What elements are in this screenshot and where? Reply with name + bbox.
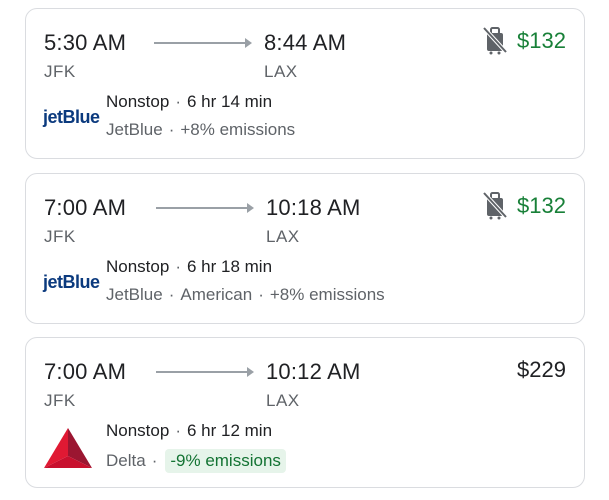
- arrival-time: 8:44 AM: [264, 30, 347, 55]
- no-bag-icon: [482, 191, 508, 220]
- price: $132: [517, 28, 566, 53]
- duration-label: 6 hr 14 min: [187, 92, 273, 111]
- stops-label: Nonstop: [106, 92, 170, 111]
- flight-results-list: 5:30 AM 8:44 AM JFK LAX jetBlue Nonstop ·…: [0, 0, 609, 500]
- departure-time: 7:00 AM: [44, 195, 127, 220]
- airline-name: JetBlue: [106, 285, 163, 304]
- no-bag-icon: [482, 26, 508, 55]
- flight-details: JetBlue · American · +8% emissions: [106, 285, 385, 304]
- airline-name: Delta: [106, 451, 146, 470]
- emissions-badge: -9% emissions: [165, 449, 286, 473]
- flight-summary: Nonstop · 6 hr 12 min: [106, 421, 273, 440]
- jetblue-logo: jetBlue: [43, 107, 100, 127]
- arrow-right-icon: [156, 203, 254, 213]
- emissions-label: +8% emissions: [180, 120, 296, 139]
- price: $229: [517, 357, 566, 382]
- destination-airport: LAX: [266, 227, 300, 246]
- flight-details: JetBlue · +8% emissions: [106, 120, 296, 139]
- departure-time: 5:30 AM: [44, 30, 127, 55]
- arrow-right-icon: [156, 367, 254, 377]
- airline-name: JetBlue: [106, 120, 163, 139]
- flight-details: Delta · -9% emissions: [106, 449, 286, 473]
- airline-name-2: American: [180, 285, 253, 304]
- stops-label: Nonstop: [106, 421, 170, 440]
- stops-label: Nonstop: [106, 257, 170, 276]
- origin-airport: JFK: [44, 227, 76, 246]
- duration-label: 6 hr 18 min: [187, 257, 273, 276]
- arrival-time: 10:18 AM: [266, 195, 361, 220]
- price: $132: [517, 193, 566, 218]
- arrival-time: 10:12 AM: [266, 359, 361, 384]
- origin-airport: JFK: [44, 391, 76, 410]
- duration-label: 6 hr 12 min: [187, 421, 273, 440]
- destination-airport: LAX: [266, 391, 300, 410]
- flight-summary: Nonstop · 6 hr 18 min: [106, 257, 273, 276]
- arrow-right-icon: [154, 38, 252, 48]
- flight-card[interactable]: 5:30 AM 8:44 AM JFK LAX jetBlue Nonstop ·…: [25, 8, 585, 159]
- departure-time: 7:00 AM: [44, 359, 127, 384]
- flight-card[interactable]: 7:00 AM 10:18 AM JFK LAX jetBlue Nonstop…: [25, 173, 585, 324]
- emissions-label: +8% emissions: [269, 285, 385, 304]
- delta-logo-icon: [44, 428, 92, 468]
- jetblue-logo: jetBlue: [43, 272, 100, 292]
- flight-summary: Nonstop · 6 hr 14 min: [106, 92, 273, 111]
- flight-card[interactable]: 7:00 AM 10:12 AM JFK LAX Nonstop · 6 hr 12…: [25, 337, 585, 488]
- destination-airport: LAX: [264, 62, 298, 81]
- origin-airport: JFK: [44, 62, 76, 81]
